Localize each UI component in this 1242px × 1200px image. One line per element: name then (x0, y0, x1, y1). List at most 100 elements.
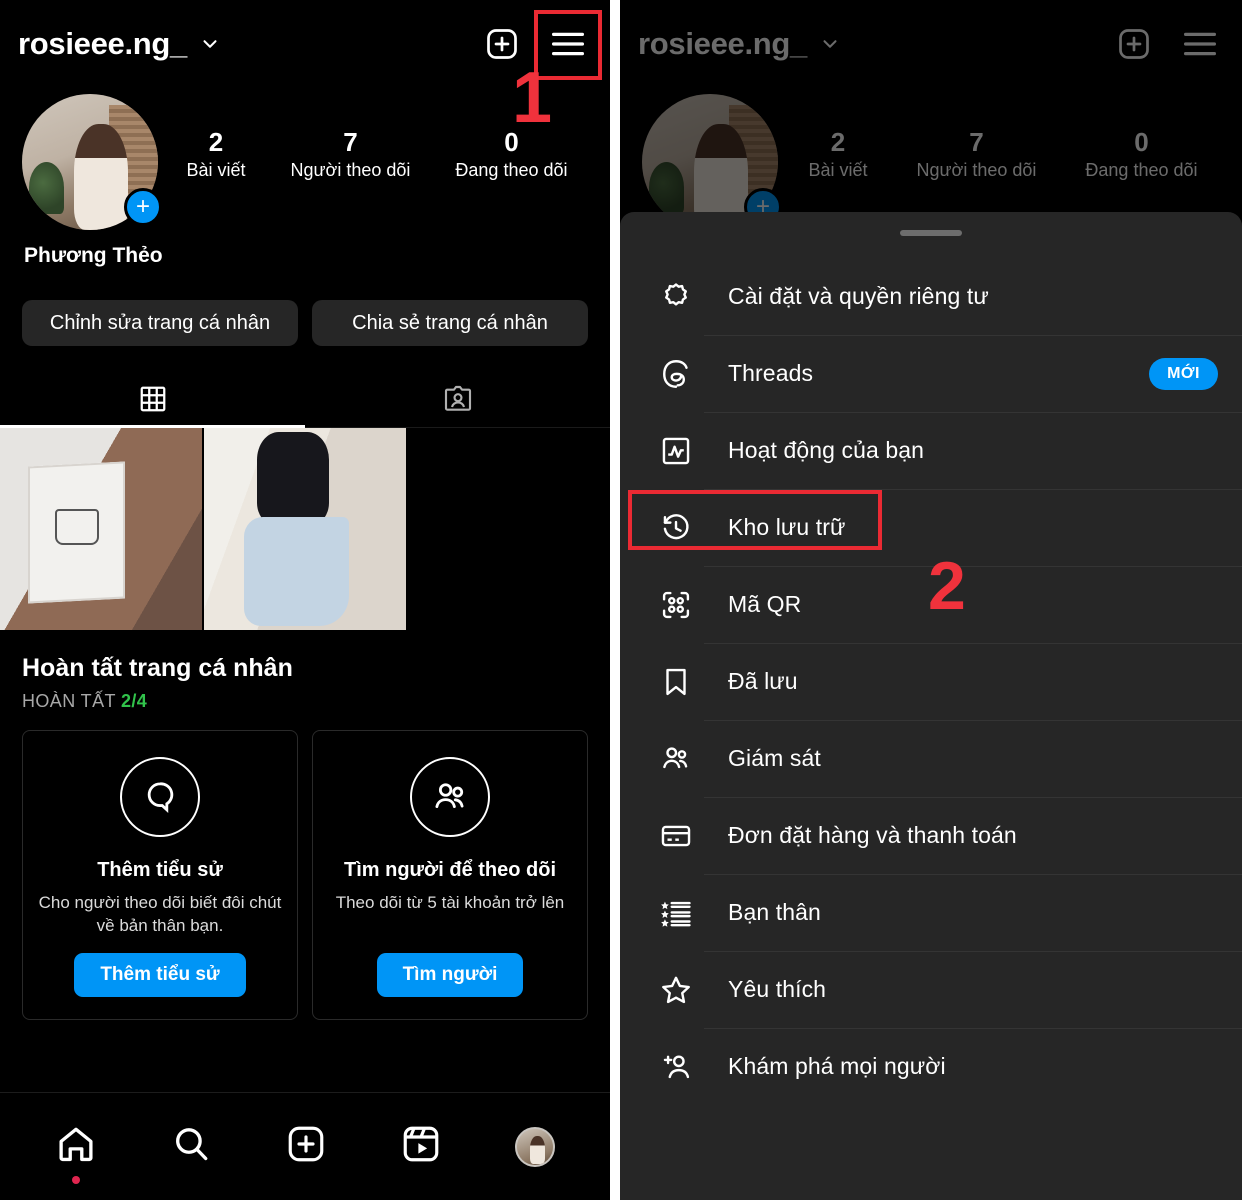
stat-followers-value: 7 (343, 127, 358, 157)
profile-action-buttons: Chỉnh sửa trang cá nhân Chia sẻ trang cá… (0, 268, 610, 346)
username-label[interactable]: rosieee.ng_ (18, 26, 187, 62)
nav-profile[interactable] (515, 1126, 556, 1167)
menu-item-saved[interactable]: Đã lưu (620, 643, 1242, 720)
hamburger-menu-icon (1180, 28, 1220, 60)
stat-posts-value: 2 (830, 127, 846, 157)
plus-square-icon[interactable] (484, 26, 520, 62)
stat-following[interactable]: 0 Đang theo dõi (455, 127, 568, 181)
menu-label: Đơn đặt hàng và thanh toán (728, 822, 1017, 848)
chevron-down-icon[interactable] (199, 33, 221, 55)
plus-square-icon (1116, 26, 1152, 62)
avatar-plant (28, 162, 65, 214)
stat-posts[interactable]: 2 Bài viết (186, 127, 246, 181)
menu-label: Hoạt động của bạn (728, 437, 925, 463)
reels-icon (400, 1123, 442, 1170)
home-icon (55, 1123, 97, 1170)
stat-posts-value: 2 (208, 127, 224, 157)
card-find-people[interactable]: Tìm người để theo dõi Theo dõi từ 5 tài … (312, 730, 588, 1020)
post-thumbnail-empty (408, 428, 610, 630)
tab-grid[interactable] (0, 376, 305, 428)
screenshot-root: rosieee.ng_ + 2 Bài viết 7 Người theo dõ… (0, 0, 1242, 1200)
profile-summary-dim: + 2 Bài viết 7 Người theo dõi 0 Đang the… (620, 88, 1242, 230)
progress-value: 2/4 (120, 691, 148, 711)
menu-label: Đã lưu (728, 668, 798, 694)
avatar-icon (515, 1126, 556, 1167)
stat-posts: 2 Bài viết (808, 127, 868, 181)
display-name-label: Phương Thẻo (24, 244, 163, 267)
left-phone-screen: rosieee.ng_ + 2 Bài viết 7 Người theo dõ… (0, 0, 610, 1200)
menu-bottom-sheet: Cài đặt và quyền riêng tư Threads MỚI Ho… (620, 212, 1242, 1200)
tab-tagged[interactable] (305, 376, 610, 427)
menu-list: Cài đặt và quyền riêng tư Threads MỚI Ho… (620, 258, 1242, 1105)
people-icon (410, 757, 490, 837)
menu-item-close-friends[interactable]: Bạn thân (620, 874, 1242, 951)
gear-icon (654, 275, 698, 319)
close-friends-icon (654, 891, 698, 935)
username-label-dim: rosieee.ng_ (638, 26, 808, 61)
bookmark-icon (654, 660, 698, 704)
edit-profile-button[interactable]: Chỉnh sửa trang cá nhân (22, 300, 298, 346)
stat-following: 0 Đang theo dõi (1085, 127, 1198, 181)
home-notification-dot (71, 1176, 80, 1184)
posts-grid (0, 428, 610, 630)
card-find-people-title: Tìm người để theo dõi (343, 859, 557, 881)
panel-divider (610, 0, 620, 1200)
stat-posts-label: Bài viết (808, 159, 868, 180)
menu-item-your-activity[interactable]: Hoạt động của bạn (620, 412, 1242, 489)
card-find-people-desc: Theo dõi từ 5 tài khoản trở lên (335, 893, 565, 912)
menu-label: Cài đặt và quyền riêng tư (728, 283, 989, 309)
share-profile-button[interactable]: Chia sẻ trang cá nhân (312, 300, 588, 346)
menu-label: Mã QR (728, 591, 802, 617)
menu-label: Threads (728, 360, 814, 386)
nav-reels[interactable] (400, 1123, 442, 1170)
menu-item-archive[interactable]: Kho lưu trữ (620, 489, 1242, 566)
menu-item-qr-code[interactable]: Mã QR (620, 566, 1242, 643)
card-add-bio-title: Thêm tiểu sử (97, 859, 223, 881)
avatar-person (73, 123, 129, 230)
menu-item-discover-people[interactable]: Khám phá mọi người (620, 1028, 1242, 1105)
grid-icon (138, 384, 168, 419)
chevron-down-icon (819, 33, 841, 55)
profile-summary: + 2 Bài viết 7 Người theo dõi 0 Đang the… (0, 88, 610, 230)
find-people-button[interactable]: Tìm người (376, 953, 524, 997)
post-thumbnail[interactable] (0, 428, 202, 630)
menu-label: Yêu thích (728, 976, 827, 1002)
stat-posts-label: Bài viết (186, 159, 246, 180)
post-thumbnail[interactable] (204, 428, 406, 630)
profile-header: rosieee.ng_ (0, 0, 610, 88)
profile-stats-dim: 2 Bài viết 7 Người theo dõi 0 Đang theo … (784, 94, 1222, 181)
sheet-drag-handle[interactable] (900, 230, 962, 236)
card-add-bio[interactable]: Thêm tiểu sử Cho người theo dõi biết đôi… (22, 730, 298, 1020)
avatar[interactable]: + (22, 94, 162, 230)
menu-item-settings-privacy[interactable]: Cài đặt và quyền riêng tư (620, 258, 1242, 335)
avatar: + (642, 94, 782, 230)
menu-item-orders-payments[interactable]: Đơn đặt hàng và thanh toán (620, 797, 1242, 874)
complete-profile-title: Hoàn tất trang cá nhân (22, 654, 293, 682)
add-story-plus-icon[interactable]: + (124, 188, 162, 226)
qr-code-icon (654, 583, 698, 627)
star-icon (654, 968, 698, 1012)
menu-label: Kho lưu trữ (728, 514, 846, 540)
add-bio-button[interactable]: Thêm tiểu sử (74, 953, 246, 997)
status-badge: MỚI (1149, 357, 1218, 390)
archive-clock-icon (654, 506, 698, 550)
stat-following-label: Đang theo dõi (1085, 159, 1198, 180)
menu-item-supervision[interactable]: Giám sát (620, 720, 1242, 797)
nav-avatar-person (529, 1136, 545, 1164)
menu-item-favorites[interactable]: Yêu thích (620, 951, 1242, 1028)
progress-label: HOÀN TẤT (22, 691, 116, 711)
nav-home[interactable] (55, 1123, 97, 1184)
bio-bubble-icon (120, 757, 200, 837)
stat-following-label: Đang theo dõi (455, 159, 568, 180)
discover-people-icon (654, 1045, 698, 1089)
hamburger-menu-icon[interactable] (548, 28, 588, 60)
nav-search[interactable] (170, 1123, 212, 1170)
complete-profile-cards: Thêm tiểu sử Cho người theo dõi biết đôi… (22, 730, 588, 1020)
menu-item-threads[interactable]: Threads MỚI (620, 335, 1242, 412)
credit-card-icon (654, 814, 698, 858)
stat-followers[interactable]: 7 Người theo dõi (291, 127, 411, 181)
nav-create[interactable] (285, 1123, 327, 1170)
plus-square-icon (285, 1123, 327, 1170)
threads-icon (654, 352, 698, 396)
stat-following-value: 0 (1134, 127, 1149, 157)
